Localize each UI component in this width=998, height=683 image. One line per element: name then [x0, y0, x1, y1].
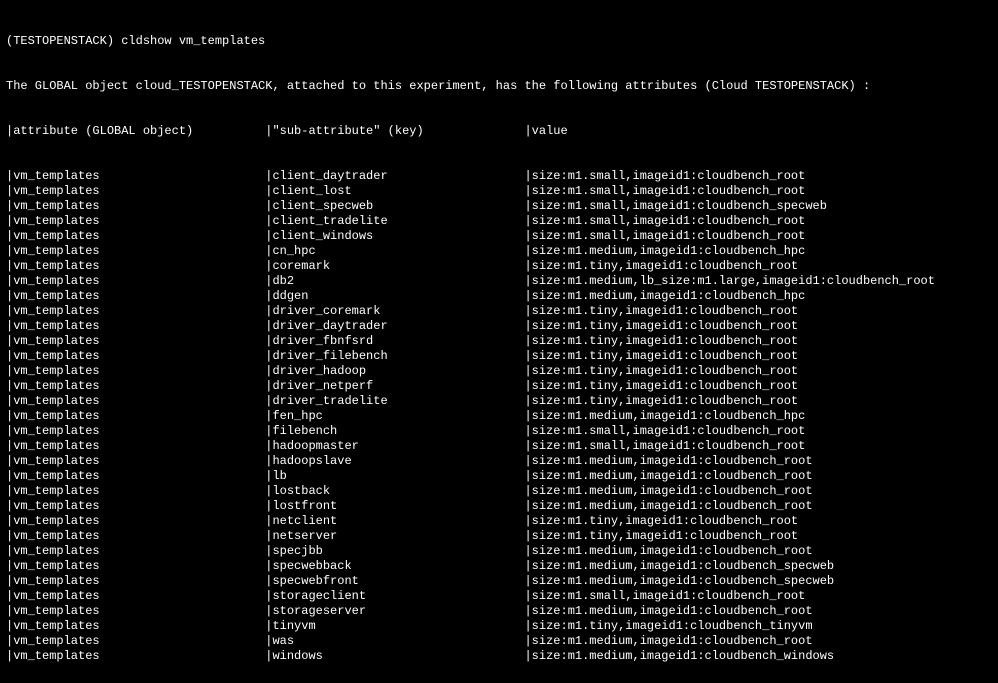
prompt-command: cldshow vm_templates [121, 34, 265, 48]
table-row: |vm_templates |driver_hadoop |size:m1.ti… [6, 364, 992, 379]
terminal-output: (TESTOPENSTACK) cldshow vm_templates The… [0, 0, 998, 683]
table-row: |vm_templates |specjbb |size:m1.medium,i… [6, 544, 992, 559]
table-row: |vm_templates |lostback |size:m1.medium,… [6, 484, 992, 499]
table-row: |vm_templates |ddgen |size:m1.medium,ima… [6, 289, 992, 304]
table-row: |vm_templates |driver_tradelite |size:m1… [6, 394, 992, 409]
table-row: |vm_templates |client_daytrader |size:m1… [6, 169, 992, 184]
table-row: |vm_templates |driver_coremark |size:m1.… [6, 304, 992, 319]
table-row: |vm_templates |was |size:m1.medium,image… [6, 634, 992, 649]
table-row: |vm_templates |specwebback |size:m1.medi… [6, 559, 992, 574]
table-row: |vm_templates |netserver |size:m1.tiny,i… [6, 529, 992, 544]
table-row: |vm_templates |lostfront |size:m1.medium… [6, 499, 992, 514]
table-row: |vm_templates |netclient |size:m1.tiny,i… [6, 514, 992, 529]
table-row: |vm_templates |hadoopmaster |size:m1.sma… [6, 439, 992, 454]
table-row: |vm_templates |windows |size:m1.medium,i… [6, 649, 992, 664]
table-row: |vm_templates |hadoopslave |size:m1.medi… [6, 454, 992, 469]
table-row: |vm_templates |driver_filebench |size:m1… [6, 349, 992, 364]
table-row: |vm_templates |tinyvm |size:m1.tiny,imag… [6, 619, 992, 634]
table-row: |vm_templates |lb |size:m1.medium,imagei… [6, 469, 992, 484]
table-row: |vm_templates |storageclient |size:m1.sm… [6, 589, 992, 604]
table-header-row: |attribute (GLOBAL object) |"sub-attribu… [6, 124, 992, 139]
table-row: |vm_templates |client_windows |size:m1.s… [6, 229, 992, 244]
table-row: |vm_templates |client_tradelite |size:m1… [6, 214, 992, 229]
table-row: |vm_templates |client_lost |size:m1.smal… [6, 184, 992, 199]
table-body: |vm_templates |client_daytrader |size:m1… [6, 169, 992, 664]
table-row: |vm_templates |specwebfront |size:m1.med… [6, 574, 992, 589]
table-row: |vm_templates |driver_daytrader |size:m1… [6, 319, 992, 334]
table-row: |vm_templates |filebench |size:m1.small,… [6, 424, 992, 439]
table-row: |vm_templates |coremark |size:m1.tiny,im… [6, 259, 992, 274]
prompt-line[interactable]: (TESTOPENSTACK) cldshow vm_templates [6, 34, 992, 49]
intro-line: The GLOBAL object cloud_TESTOPENSTACK, a… [6, 79, 992, 94]
table-row: |vm_templates |cn_hpc |size:m1.medium,im… [6, 244, 992, 259]
table-row: |vm_templates |db2 |size:m1.medium,lb_si… [6, 274, 992, 289]
table-row: |vm_templates |storageserver |size:m1.me… [6, 604, 992, 619]
table-row: |vm_templates |fen_hpc |size:m1.medium,i… [6, 409, 992, 424]
table-row: |vm_templates |driver_fbnfsrd |size:m1.t… [6, 334, 992, 349]
prompt-prefix: (TESTOPENSTACK) [6, 34, 121, 48]
table-row: |vm_templates |driver_netperf |size:m1.t… [6, 379, 992, 394]
table-row: |vm_templates |client_specweb |size:m1.s… [6, 199, 992, 214]
